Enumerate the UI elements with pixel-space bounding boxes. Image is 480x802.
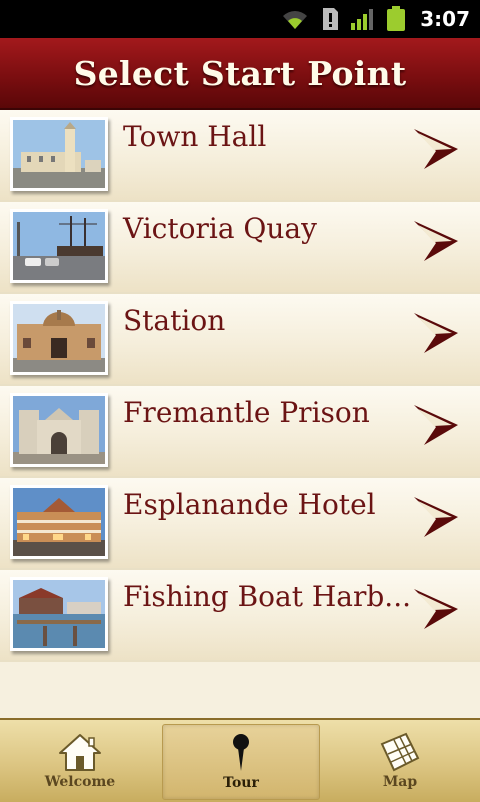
location-label: Victoria Quay bbox=[123, 212, 317, 245]
location-label: Station bbox=[123, 304, 226, 337]
battery-icon bbox=[387, 6, 406, 31]
start-point-list: Town Hall Victoria Quay Station Fremantl… bbox=[0, 110, 480, 718]
go-arrow-icon[interactable] bbox=[412, 495, 460, 539]
nav-label: Welcome bbox=[44, 774, 116, 790]
bottom-nav: Welcome Tour Map bbox=[0, 718, 480, 802]
page-title: Select Start Point bbox=[73, 53, 407, 93]
esplanande-hotel-photo bbox=[10, 485, 108, 559]
nav-welcome[interactable]: Welcome bbox=[2, 724, 158, 798]
list-item-esplanande-hotel[interactable]: Esplanande Hotel bbox=[0, 478, 480, 570]
victoria-quay-photo bbox=[10, 209, 108, 283]
location-label: Fishing Boat Harb... bbox=[123, 580, 411, 613]
list-item-fishing-boat-harbour[interactable]: Fishing Boat Harb... bbox=[0, 570, 480, 662]
fishing-boat-harbour-photo bbox=[10, 577, 108, 651]
list-item-station[interactable]: Station bbox=[0, 294, 480, 386]
wifi-icon bbox=[283, 11, 308, 30]
list-item-victoria-quay[interactable]: Victoria Quay bbox=[0, 202, 480, 294]
clock: 3:07 bbox=[420, 7, 470, 31]
go-arrow-icon[interactable] bbox=[412, 311, 460, 355]
nav-tour[interactable]: Tour bbox=[162, 724, 320, 800]
signal-icon bbox=[351, 9, 374, 30]
location-label: Esplanande Hotel bbox=[123, 488, 376, 521]
pin-icon bbox=[233, 734, 249, 771]
location-label: Town Hall bbox=[123, 120, 267, 153]
list-item-fremantle-prison[interactable]: Fremantle Prison bbox=[0, 386, 480, 478]
map-icon bbox=[380, 732, 420, 772]
station-photo bbox=[10, 301, 108, 375]
status-bar: 3:07 bbox=[0, 0, 480, 38]
nav-label: Map bbox=[382, 774, 418, 790]
list-empty-area bbox=[0, 662, 480, 716]
title-bar: Select Start Point bbox=[0, 38, 480, 110]
alert-sd-icon bbox=[323, 8, 339, 30]
fremantle-prison-photo bbox=[10, 393, 108, 467]
go-arrow-icon[interactable] bbox=[412, 127, 460, 171]
location-label: Fremantle Prison bbox=[123, 396, 370, 429]
go-arrow-icon[interactable] bbox=[412, 219, 460, 263]
go-arrow-icon[interactable] bbox=[412, 403, 460, 447]
go-arrow-icon[interactable] bbox=[412, 587, 460, 631]
list-item-town-hall[interactable]: Town Hall bbox=[0, 110, 480, 202]
nav-label: Tour bbox=[223, 775, 259, 791]
home-icon bbox=[59, 734, 101, 771]
nav-map[interactable]: Map bbox=[322, 724, 478, 798]
town-hall-photo bbox=[10, 117, 108, 191]
